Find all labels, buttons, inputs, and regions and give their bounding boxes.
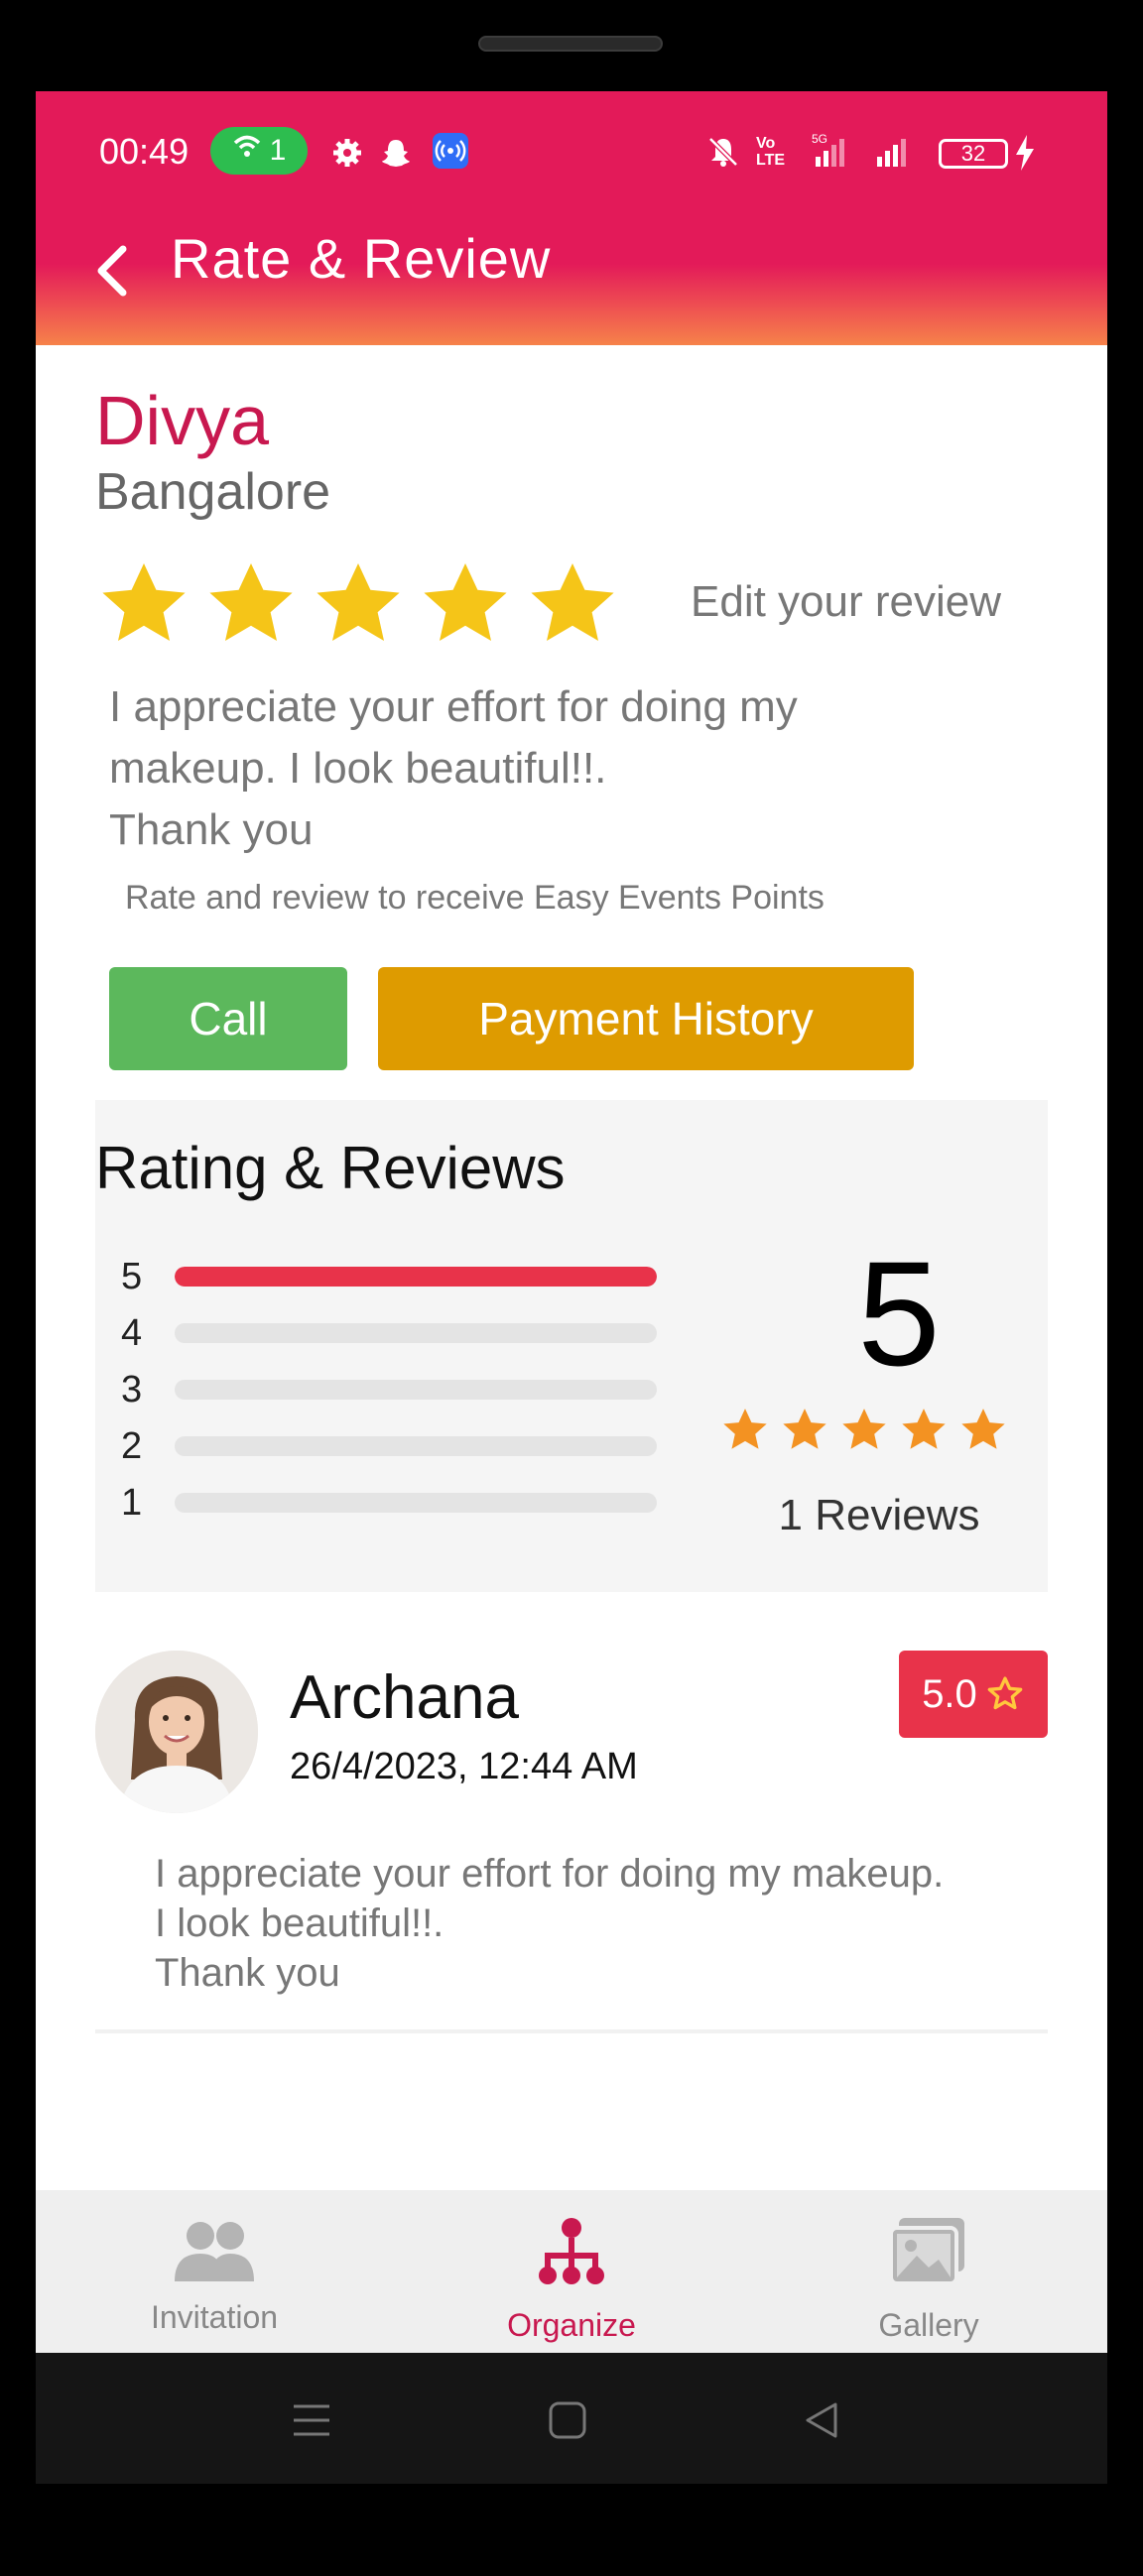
nav-label-organize: Organize: [507, 2307, 636, 2343]
system-nav-bar: [36, 2353, 1107, 2484]
rating-bar-fill: [175, 1267, 657, 1287]
back-arrow-icon: [97, 245, 127, 297]
star-icon: [842, 1409, 886, 1449]
nav-label-gallery: Gallery: [878, 2307, 979, 2343]
rating-bar-track: [175, 1493, 657, 1513]
review-score-badge: 5.0: [899, 1651, 1048, 1738]
status-time: 00:49: [99, 131, 190, 172]
points-note: Rate and review to receive Easy Events P…: [125, 879, 825, 917]
rating-bar-label: 3: [121, 1368, 143, 1411]
5g-signal-icon: 5G: [812, 131, 851, 175]
rating-bar-track: [175, 1380, 657, 1400]
nav-item-organize[interactable]: Organize: [393, 2190, 750, 2353]
rating-bar-row: 1: [121, 1481, 657, 1524]
back-icon[interactable]: [782, 2389, 861, 2452]
nav-label-invitation: Invitation: [150, 2299, 279, 2335]
average-score: 5: [857, 1230, 941, 1397]
people-icon: [36, 2220, 393, 2283]
rating-bar-label: 4: [121, 1311, 143, 1354]
star-icon[interactable]: [202, 557, 300, 653]
speaker-grille: [478, 36, 663, 52]
edit-review-link[interactable]: Edit your review: [691, 577, 1001, 627]
rating-section-title: Rating & Reviews: [95, 1135, 566, 1201]
rating-bar-label: 5: [121, 1255, 143, 1297]
star-icon[interactable]: [524, 557, 621, 653]
divider: [95, 2029, 1048, 2033]
menu-icon[interactable]: [272, 2389, 351, 2452]
rating-bar-row: 2: [121, 1424, 657, 1467]
star-icon: [783, 1409, 826, 1449]
avatar: [95, 1651, 258, 1813]
signal-icon: [875, 135, 915, 173]
page-title: Rate & Review: [171, 227, 552, 290]
svg-text:5G: 5G: [812, 132, 827, 146]
rating-bar-row: 4: [121, 1311, 657, 1354]
review-date: 26/4/2023, 12:44 AM: [290, 1746, 638, 1787]
star-outline-icon: [987, 1676, 1023, 1710]
hotspot-icon: [433, 133, 468, 173]
app-header: 00:49 1 Vo LTE 5G 32 Rate & Review: [36, 91, 1107, 345]
mute-icon: [706, 135, 740, 173]
wifi-count: 1: [269, 134, 287, 167]
rating-bar-label: 2: [121, 1424, 143, 1467]
average-stars: [720, 1406, 1008, 1455]
rating-bar-label: 1: [121, 1481, 143, 1524]
charging-icon: [1014, 135, 1036, 175]
bottom-nav: Invitation Organize Gallery: [36, 2190, 1107, 2353]
rating-bar-track: [175, 1267, 657, 1287]
call-button[interactable]: Call: [109, 967, 347, 1070]
star-icon: [723, 1409, 767, 1449]
rating-bar-track: [175, 1436, 657, 1456]
payment-history-button[interactable]: Payment History: [378, 967, 914, 1070]
rating-summary-card: Rating & Reviews 5 4 3 2 1 5 1 Reviews: [95, 1100, 1048, 1592]
battery-level: 32: [960, 141, 986, 166]
star-icon[interactable]: [417, 557, 514, 653]
volte-icon: Vo LTE: [756, 135, 786, 169]
home-icon[interactable]: [528, 2389, 607, 2452]
vendor-city: Bangalore: [95, 463, 331, 521]
back-button[interactable]: [91, 236, 141, 306]
phone-frame: 00:49 1 Vo LTE 5G 32 Rate & Review Divya…: [0, 0, 1143, 2576]
rating-bar-track: [175, 1323, 657, 1343]
settings-icon: [331, 137, 363, 173]
star-icon: [902, 1409, 946, 1449]
vendor-name: Divya: [95, 382, 270, 459]
wifi-icon: [232, 133, 262, 169]
battery-icon: 32: [939, 139, 1008, 169]
reviews-count: 1 Reviews: [778, 1491, 980, 1539]
wifi-badge: 1: [210, 127, 308, 175]
nav-item-gallery[interactable]: Gallery: [750, 2190, 1107, 2353]
snapchat-icon: [379, 137, 413, 175]
star-icon[interactable]: [310, 557, 407, 653]
my-rating-stars[interactable]: [95, 557, 621, 653]
review-score: 5.0: [922, 1671, 977, 1716]
rating-bar-row: 5: [121, 1255, 657, 1297]
org-chart-icon: [393, 2216, 750, 2287]
status-bar: 00:49 1 Vo LTE 5G 32: [36, 91, 1107, 218]
star-icon[interactable]: [95, 557, 192, 653]
my-review-text: I appreciate your effort for doing my ma…: [109, 682, 798, 854]
screen: 00:49 1 Vo LTE 5G 32 Rate & Review Divya…: [36, 91, 1107, 2484]
rating-bar-row: 3: [121, 1368, 657, 1411]
reviewer-name: Archana: [290, 1663, 519, 1732]
review-body: I appreciate your effort for doing my ma…: [155, 1852, 945, 1995]
nav-item-invitation[interactable]: Invitation: [36, 2190, 393, 2353]
star-icon: [961, 1409, 1005, 1449]
gallery-icon: [750, 2216, 1107, 2287]
